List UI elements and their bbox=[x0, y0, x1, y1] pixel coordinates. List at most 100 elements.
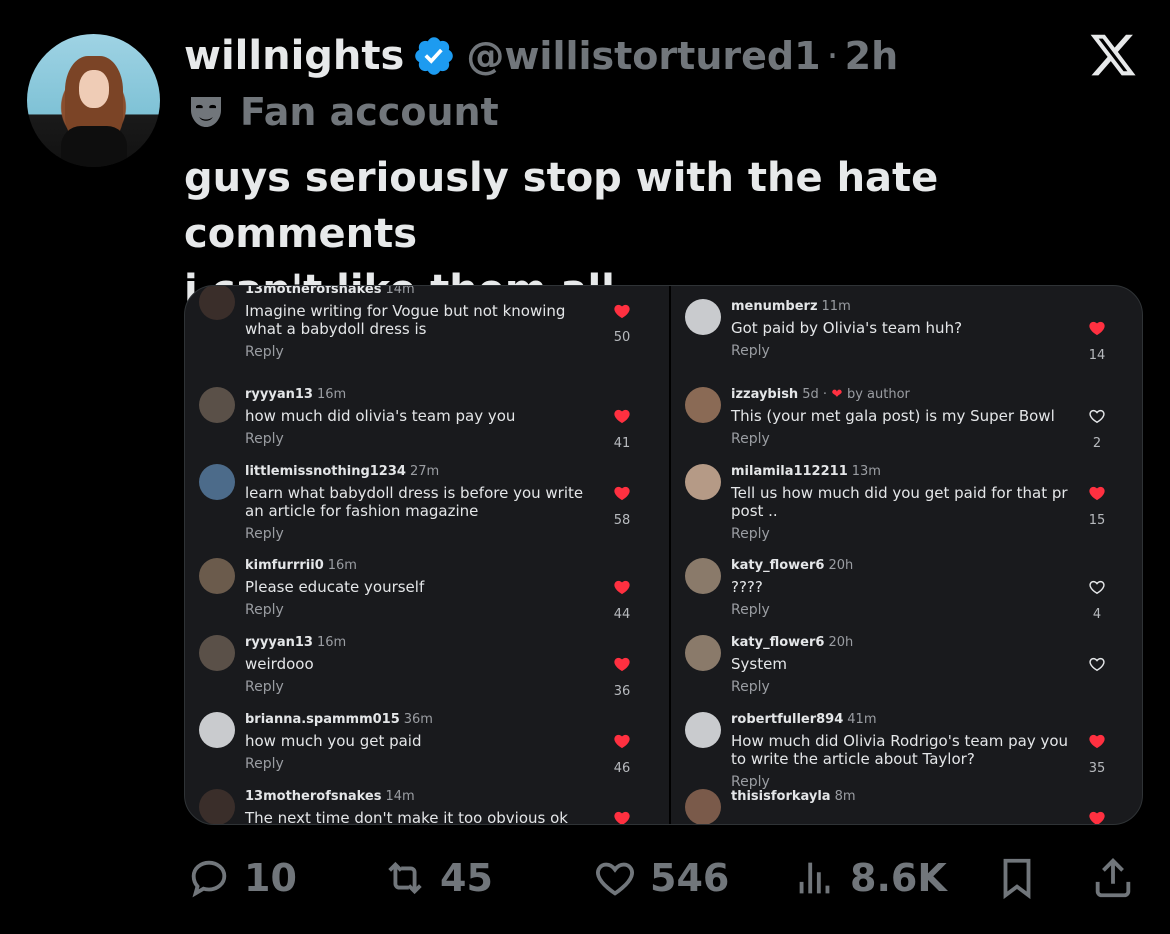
comment-time: 20h bbox=[828, 558, 854, 573]
comment-reply-link[interactable]: Reply bbox=[731, 343, 770, 359]
comment-reply-link[interactable]: Reply bbox=[245, 602, 284, 618]
comment-avatar[interactable] bbox=[199, 286, 235, 320]
comment-user-name[interactable]: robertfuller894 bbox=[731, 712, 843, 727]
comment-username[interactable]: kimfurrrii0 16m bbox=[245, 558, 357, 573]
comment-avatar[interactable] bbox=[199, 387, 235, 423]
comment-username[interactable]: robertfuller894 41m bbox=[731, 712, 877, 727]
comment-user-name[interactable]: katy_flower6 bbox=[731, 635, 824, 650]
comment-avatar[interactable] bbox=[199, 635, 235, 671]
liked-heart-icon[interactable] bbox=[1087, 732, 1107, 750]
like-heart-icon[interactable] bbox=[1087, 578, 1107, 596]
comment-username[interactable]: littlemissnothing1234 27m bbox=[245, 464, 439, 479]
comment-user-name[interactable]: thisisforkayla bbox=[731, 789, 831, 804]
comment-username[interactable]: brianna.spammm015 36m bbox=[245, 712, 433, 727]
liked-heart-icon[interactable] bbox=[612, 302, 632, 320]
comment-avatar[interactable] bbox=[685, 789, 721, 824]
comment-reply-link[interactable]: Reply bbox=[731, 602, 770, 618]
comment-username[interactable]: izzaybish 5d · ❤ by author bbox=[731, 387, 910, 402]
comment-user-name[interactable]: littlemissnothing1234 bbox=[245, 464, 406, 479]
comment-avatar[interactable] bbox=[685, 464, 721, 500]
comment-user-name[interactable]: 13motherofsnakes bbox=[245, 789, 381, 804]
comment-reply-link[interactable]: Reply bbox=[731, 679, 770, 695]
comment-reply-link[interactable]: Reply bbox=[245, 431, 284, 447]
comment-time: 5d · bbox=[802, 387, 827, 402]
comment-avatar[interactable] bbox=[685, 635, 721, 671]
comment-reply-link[interactable]: Reply bbox=[245, 679, 284, 695]
comment-user-name[interactable]: kimfurrrii0 bbox=[245, 558, 324, 573]
repost-count: 45 bbox=[440, 856, 493, 900]
like-button[interactable]: 546 bbox=[592, 848, 729, 908]
reply-icon bbox=[191, 860, 227, 898]
like-heart-icon[interactable] bbox=[1087, 407, 1107, 425]
reply-button[interactable]: 10 bbox=[186, 848, 297, 908]
comment-avatar[interactable] bbox=[685, 558, 721, 594]
comment-text: Please educate yourself bbox=[245, 578, 425, 596]
comment-item: 13motherofsnakes 14m The next time don't m… bbox=[185, 776, 669, 825]
comment-reply-link[interactable]: Reply bbox=[731, 431, 770, 447]
liked-heart-icon[interactable] bbox=[1087, 484, 1107, 502]
profile-avatar[interactable] bbox=[27, 34, 160, 167]
comment-text: how much you get paid bbox=[245, 732, 422, 750]
comment-text: How much did Olivia Rodrigo's team pay y… bbox=[731, 732, 1069, 768]
comment-user-name[interactable]: brianna.spammm015 bbox=[245, 712, 400, 727]
liked-heart-icon[interactable] bbox=[612, 578, 632, 596]
comment-avatar[interactable] bbox=[199, 789, 235, 824]
comment-avatar[interactable] bbox=[199, 464, 235, 500]
reply-count: 10 bbox=[244, 856, 297, 900]
comment-text: ???? bbox=[731, 578, 763, 596]
liked-heart-icon[interactable] bbox=[1087, 809, 1107, 825]
comment-user-name[interactable]: 13motherofsnakes bbox=[245, 286, 381, 297]
liked-heart-icon[interactable] bbox=[612, 484, 632, 502]
comment-username[interactable]: ryyyan13 16m bbox=[245, 387, 346, 402]
comment-avatar[interactable] bbox=[685, 299, 721, 335]
x-logo-icon[interactable] bbox=[1086, 30, 1140, 80]
comment-username[interactable]: katy_flower6 20h bbox=[731, 635, 853, 650]
comment-username[interactable]: katy_flower6 20h bbox=[731, 558, 853, 573]
comment-avatar[interactable] bbox=[685, 387, 721, 423]
comment-user-name[interactable]: milamila112211 bbox=[731, 464, 848, 479]
tweet-media-image[interactable]: 13motherofsnakes 14m Imagine writing for V… bbox=[184, 285, 1143, 825]
repost-button[interactable]: 45 bbox=[382, 848, 493, 908]
comment-reply-link[interactable]: Reply bbox=[245, 344, 284, 360]
tweet-actions-bar: 10 45 546 8.6K bbox=[0, 848, 1170, 908]
comment-reply-link[interactable]: Reply bbox=[245, 756, 284, 772]
comment-text: how much did olivia's team pay you bbox=[245, 407, 516, 425]
comment-avatar[interactable] bbox=[685, 712, 721, 748]
comment-reply-link[interactable]: Reply bbox=[731, 526, 770, 542]
comment-avatar[interactable] bbox=[199, 712, 235, 748]
comment-time: 14m bbox=[385, 285, 415, 297]
comment-username[interactable]: ryyyan13 16m bbox=[245, 635, 346, 650]
comment-user-name[interactable]: ryyyan13 bbox=[245, 635, 313, 650]
liked-heart-icon[interactable] bbox=[612, 732, 632, 750]
share-icon bbox=[1095, 858, 1131, 898]
comment-user-name[interactable]: izzaybish bbox=[731, 387, 798, 402]
views-button[interactable]: 8.6K bbox=[792, 848, 947, 908]
comment-username[interactable]: thisisforkayla 8m bbox=[731, 789, 856, 804]
comment-time: 16m bbox=[316, 635, 347, 650]
liked-heart-icon[interactable] bbox=[612, 809, 632, 825]
bookmark-button[interactable] bbox=[994, 848, 1040, 908]
timestamp[interactable]: 2h bbox=[845, 34, 899, 78]
separator-dot: · bbox=[826, 34, 839, 78]
comment-user-name[interactable]: menumberz bbox=[731, 299, 818, 314]
like-heart-icon[interactable] bbox=[1087, 655, 1107, 673]
comment-username[interactable]: milamila112211 13m bbox=[731, 464, 881, 479]
author-heart-icon: ❤ bbox=[827, 387, 847, 402]
liked-heart-icon[interactable] bbox=[612, 655, 632, 673]
comment-text: Got paid by Olivia's team huh? bbox=[731, 319, 963, 337]
display-name[interactable]: willnights bbox=[184, 33, 404, 79]
comment-user-name[interactable]: ryyyan13 bbox=[245, 387, 313, 402]
comment-item: brianna.spammm015 36m how much you get pai… bbox=[185, 699, 669, 776]
handle[interactable]: @willistortured1 bbox=[466, 34, 820, 78]
comment-like-count: 2 bbox=[1092, 436, 1102, 451]
comment-username[interactable]: 13motherofsnakes 14m bbox=[245, 285, 415, 297]
comment-user-name[interactable]: katy_flower6 bbox=[731, 558, 824, 573]
share-button[interactable] bbox=[1090, 848, 1136, 908]
comment-time: 14m bbox=[385, 789, 415, 804]
comment-reply-link[interactable]: Reply bbox=[245, 526, 284, 542]
comment-avatar[interactable] bbox=[199, 558, 235, 594]
liked-heart-icon[interactable] bbox=[612, 407, 632, 425]
comment-username[interactable]: menumberz 11m bbox=[731, 299, 851, 314]
liked-heart-icon[interactable] bbox=[1087, 319, 1107, 337]
comment-username[interactable]: 13motherofsnakes 14m bbox=[245, 789, 415, 804]
